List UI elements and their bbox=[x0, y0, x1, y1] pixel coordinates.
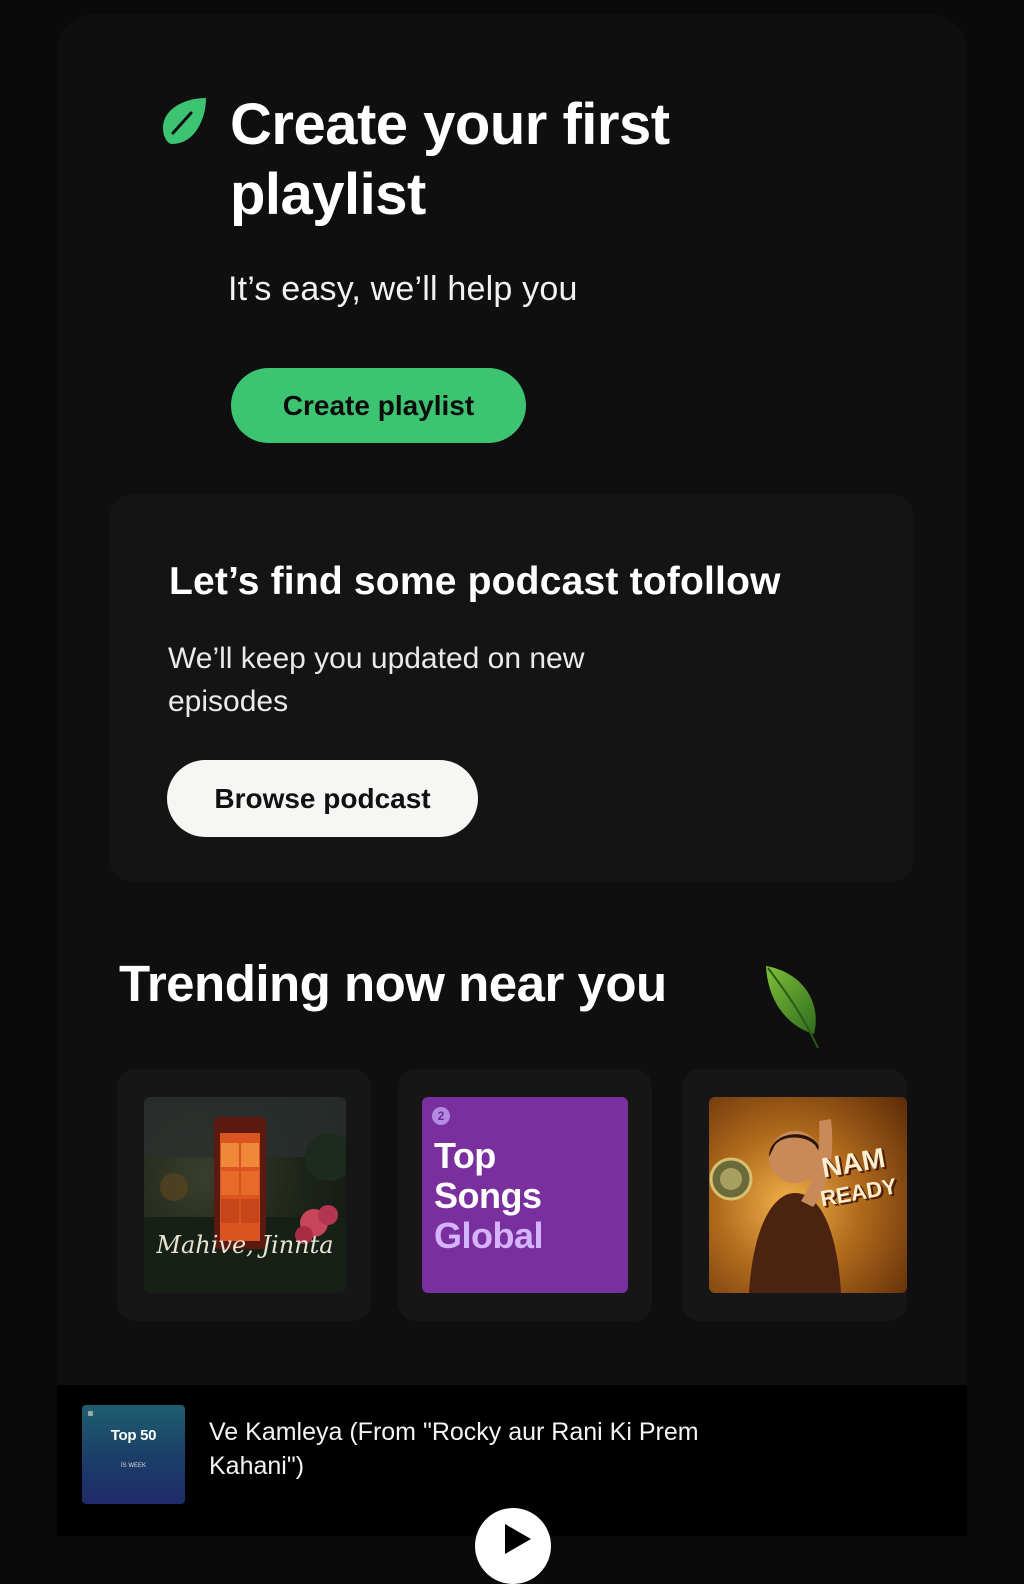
podcast-card-title: Let’s find some podcast tofollow bbox=[169, 560, 781, 603]
now-playing-thumbnail[interactable]: Top 50 İS WEEK bbox=[82, 1405, 185, 1504]
app-screen: Create your first playlist It’s easy, we… bbox=[57, 14, 967, 1536]
create-playlist-button[interactable]: Create playlist bbox=[231, 368, 526, 443]
podcast-card: Let’s find some podcast tofollow We’ll k… bbox=[109, 494, 914, 882]
hero-subtitle: It’s easy, we’ll help you bbox=[228, 270, 578, 308]
hero-title: Create your first playlist bbox=[230, 92, 670, 227]
album-art-mahive: Mahive, Jinnta bbox=[144, 1097, 346, 1293]
play-icon bbox=[505, 1524, 531, 1554]
playlist-title-line-3: Global bbox=[434, 1215, 544, 1256]
thumbnail-title: Top 50 bbox=[110, 1427, 157, 1444]
trending-card-1[interactable]: Mahive, Jinnta bbox=[117, 1069, 371, 1321]
trending-section-title: Trending now near you bbox=[119, 955, 667, 1012]
now-playing-bar[interactable]: Top 50 İS WEEK Ve Kamleya (From "Rocky a… bbox=[57, 1385, 967, 1584]
trending-card-2[interactable]: 2 Top Songs Global bbox=[398, 1069, 652, 1321]
browse-podcast-button[interactable]: Browse podcast bbox=[167, 760, 478, 837]
album-art-nam-ready: NAM READY bbox=[709, 1097, 907, 1293]
playlist-title-line-1: Top bbox=[434, 1135, 496, 1176]
podcast-card-description: We’ll keep you updated on new episodes bbox=[168, 642, 585, 718]
now-playing-track-title: Ve Kamleya (From "Rocky aur Rani Ki Prem… bbox=[209, 1418, 699, 1480]
playlist-title-line-2: Songs bbox=[434, 1175, 542, 1216]
album-art-text: Mahive, Jinnta bbox=[156, 1231, 334, 1259]
rank-badge: 2 bbox=[432, 1107, 450, 1125]
leaf-icon bbox=[766, 966, 819, 1049]
pencil-icon bbox=[163, 98, 206, 144]
trending-card-3[interactable]: NAM READY bbox=[682, 1069, 907, 1321]
thumbnail-badge bbox=[88, 1411, 93, 1416]
album-art-top-songs-global: 2 Top Songs Global bbox=[422, 1097, 628, 1293]
thumbnail-subtitle: İS WEEK bbox=[120, 1463, 146, 1469]
play-button[interactable] bbox=[475, 1508, 551, 1584]
